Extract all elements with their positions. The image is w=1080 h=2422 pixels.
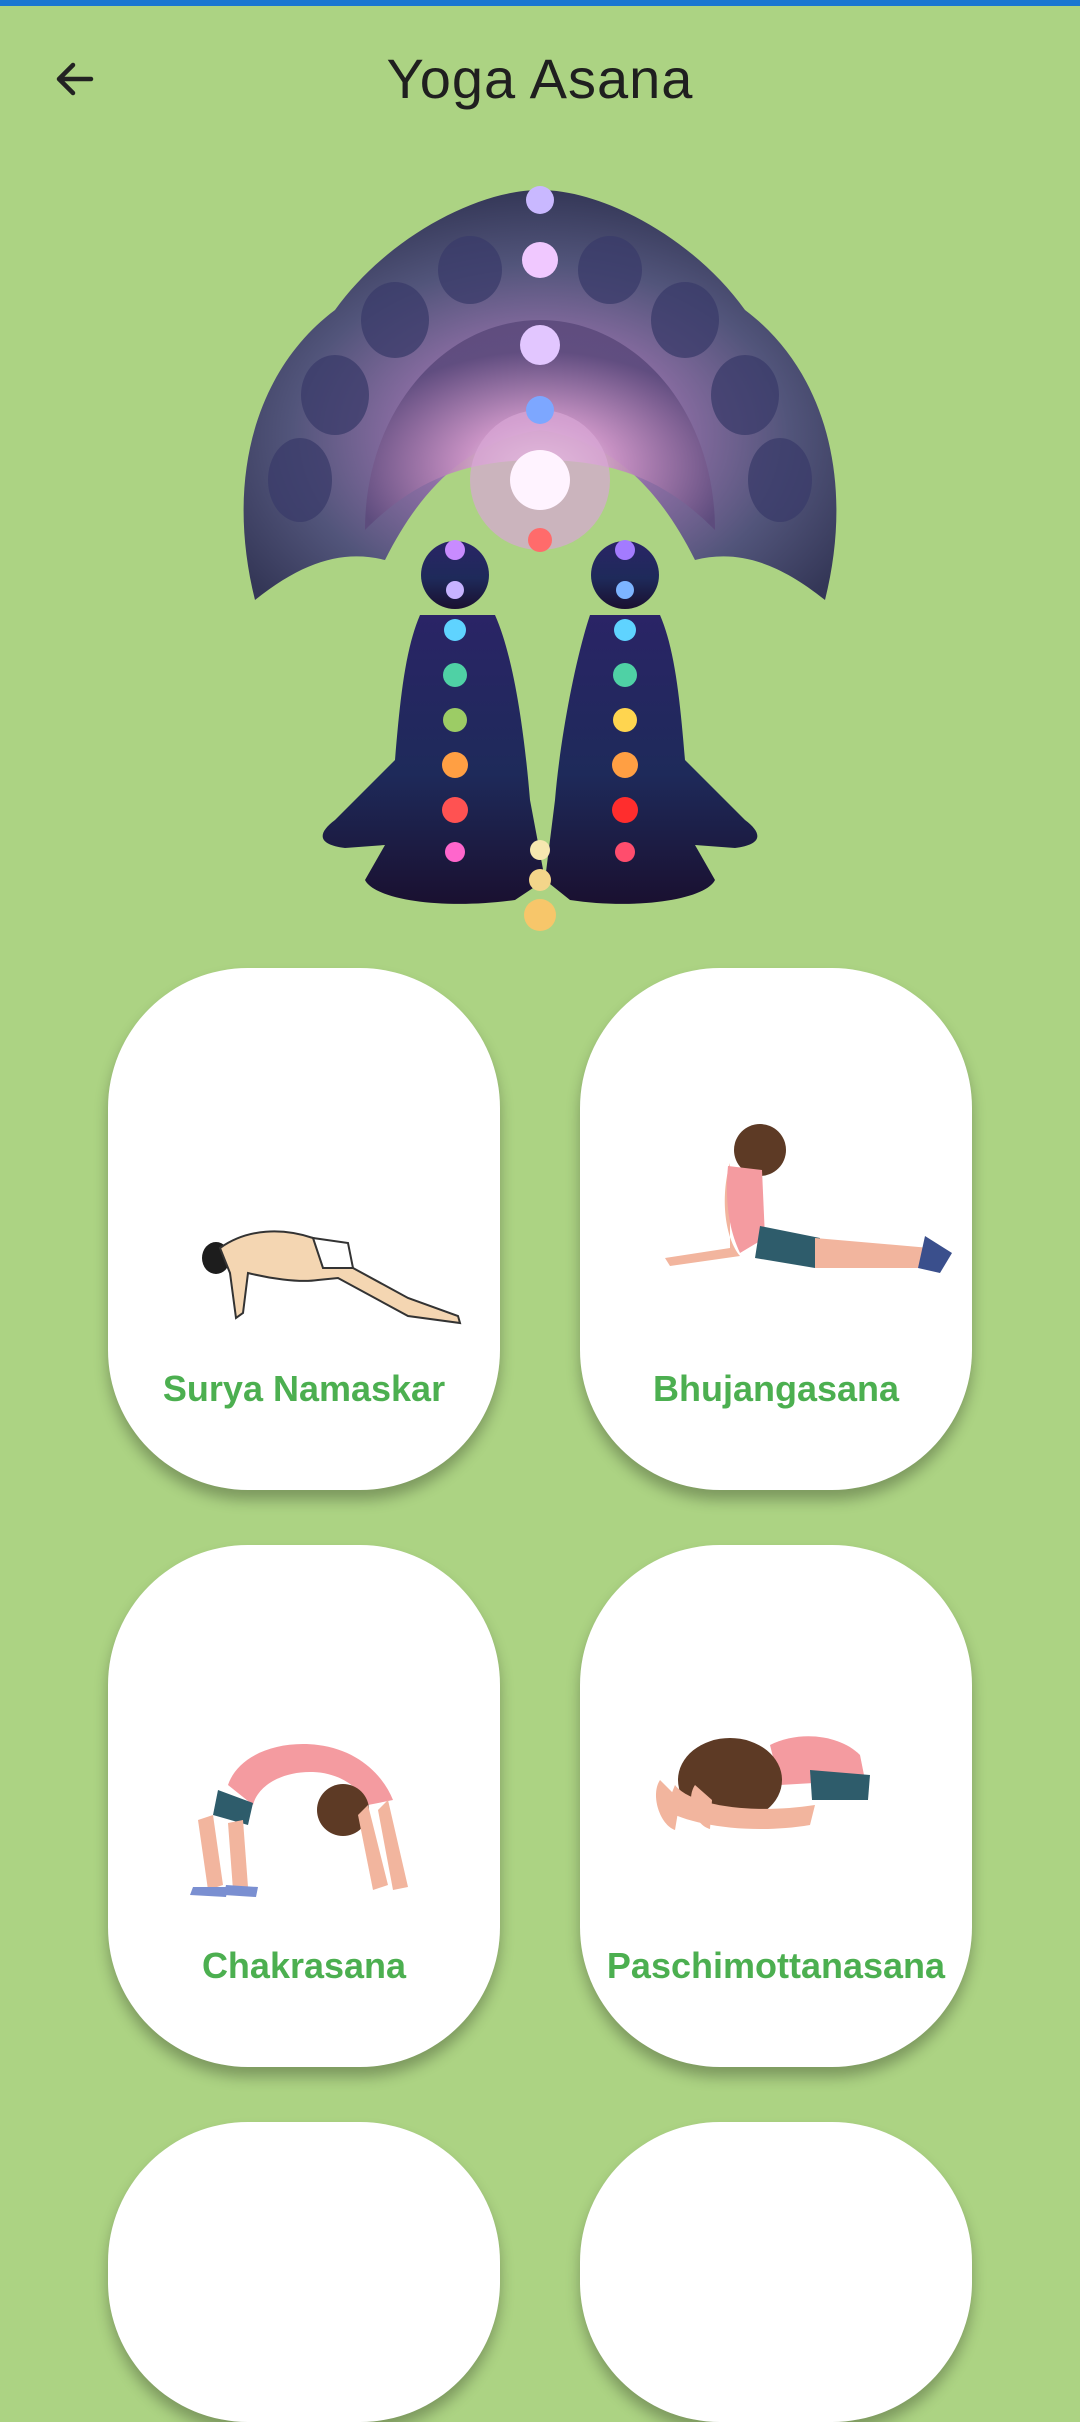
app-bar: Yoga Asana xyxy=(0,6,1080,156)
wheel-pose-illustration xyxy=(190,1744,408,1897)
asana-card-surya-namaskar[interactable]: Surya Namaskar xyxy=(108,968,500,1490)
asana-label: Surya Namaskar xyxy=(162,1368,446,1409)
page-title: Yoga Asana xyxy=(386,47,694,110)
asana-card-paschimottanasana[interactable]: Paschimottanasana xyxy=(580,1545,972,2067)
asana-label: Chakrasana xyxy=(201,1945,407,1986)
asana-label: Bhujangasana xyxy=(652,1368,900,1409)
asana-card-chakrasana[interactable]: Chakrasana xyxy=(108,1545,500,2067)
surya-namaskar-pose-illustration xyxy=(202,1230,462,1325)
cobra-pose-illustration xyxy=(665,1124,952,1273)
asana-card-partial[interactable] xyxy=(580,2122,972,2422)
asana-card-bhujangasana[interactable]: Bhujangasana xyxy=(580,968,972,1490)
seated-forward-bend-illustration xyxy=(655,1736,870,1830)
chakra-meditation-illustration xyxy=(243,186,837,931)
asana-card-partial[interactable] xyxy=(108,2122,500,2422)
asana-label: Paschimottanasana xyxy=(606,1945,946,1986)
